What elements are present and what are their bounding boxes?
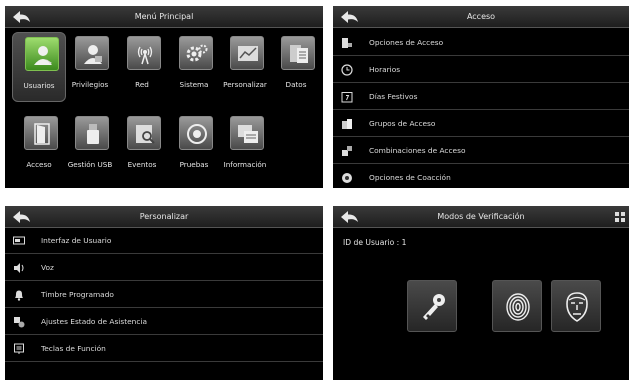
menu-item-privilegios[interactable]: Privilegios — [63, 32, 117, 102]
menu-item-red[interactable]: Red — [115, 32, 169, 102]
group-icon — [342, 119, 352, 129]
personalize-screen: Personalizar Interfaz de Usuario Voz Tim… — [5, 206, 323, 380]
info-icon — [238, 125, 258, 143]
access-row-dias-festivos[interactable]: Días Festivos — [333, 84, 629, 110]
access-row-label: Días Festivos — [369, 92, 418, 101]
verification-header: Modos de Verificación — [333, 206, 629, 228]
personalize-row-voz[interactable]: Voz — [5, 255, 323, 281]
access-options-icon — [342, 38, 352, 48]
personalize-row-label: Teclas de Función — [41, 344, 106, 353]
personalize-row-interfaz[interactable]: Interfaz de Usuario — [5, 228, 323, 254]
access-row-label: Opciones de Acceso — [369, 38, 444, 47]
verify-password-button[interactable] — [407, 280, 457, 332]
menu-item-datos[interactable]: Datos — [269, 32, 323, 102]
menu-item-usuarios[interactable]: Usuarios — [12, 32, 66, 102]
personalize-row-label: Timbre Programado — [41, 290, 114, 299]
access-row-horarios[interactable]: Horarios — [333, 57, 629, 83]
menu-item-acceso[interactable]: Acceso — [12, 112, 66, 182]
main-menu-header: Menú Principal — [5, 6, 323, 28]
menu-item-eventos[interactable]: Eventos — [115, 112, 169, 182]
access-row-label: Opciones de Coacción — [369, 173, 451, 182]
menu-item-pruebas[interactable]: Pruebas — [167, 112, 221, 182]
personalize-icon — [238, 46, 258, 61]
verification-screen: Modos de Verificación ID de Usuario : 1 — [333, 206, 629, 380]
clock-icon — [341, 64, 353, 76]
test-icon — [187, 124, 207, 144]
menu-item-label: Información — [223, 160, 267, 169]
monitor-icon — [13, 236, 25, 245]
bell-icon — [15, 290, 23, 301]
access-row-label: Grupos de Acceso — [369, 119, 436, 128]
speaker-icon — [14, 263, 24, 273]
access-row-opciones[interactable]: Opciones de Acceso — [333, 30, 629, 56]
access-screen: Acceso Opciones de Acceso Horarios Días … — [333, 6, 629, 188]
user-id-label: ID de Usuario : 1 — [343, 238, 407, 247]
verification-title: Modos de Verificación — [437, 212, 525, 221]
user-icon — [34, 46, 52, 65]
menu-item-sistema[interactable]: Sistema — [167, 32, 221, 102]
gear-icon — [186, 44, 208, 62]
menu-item-informacion[interactable]: Información — [218, 112, 272, 182]
usb-icon — [87, 124, 99, 144]
verify-face-button[interactable] — [551, 280, 601, 332]
main-menu-title: Menú Principal — [134, 12, 194, 21]
events-icon — [136, 125, 155, 144]
grid-menu-icon[interactable] — [615, 212, 625, 222]
network-icon — [137, 46, 153, 65]
main-menu-screen: Menú Principal Usuarios Privilegios Red … — [5, 6, 323, 188]
duress-icon — [342, 173, 352, 183]
personalize-header: Personalizar — [5, 206, 323, 228]
combination-icon — [342, 146, 352, 156]
access-header: Acceso — [333, 6, 629, 28]
access-row-label: Horarios — [369, 65, 401, 74]
function-key-icon — [14, 343, 24, 354]
menu-item-gestion-usb[interactable]: Gestión USB — [63, 112, 117, 182]
personalize-row-teclas[interactable]: Teclas de Función — [5, 336, 323, 362]
menu-item-label: Datos — [285, 80, 307, 89]
access-row-coaccion[interactable]: Opciones de Coacción — [333, 165, 629, 188]
personalize-row-label: Ajustes Estado de Asistencia — [41, 317, 147, 326]
door-icon — [34, 123, 50, 145]
access-row-grupos[interactable]: Grupos de Acceso — [333, 111, 629, 137]
key-icon — [423, 294, 445, 320]
personalize-title: Personalizar — [139, 212, 189, 221]
personalize-row-label: Voz — [41, 263, 54, 272]
calendar-icon — [341, 92, 353, 103]
access-row-combinaciones[interactable]: Combinaciones de Acceso — [333, 138, 629, 164]
personalize-row-asistencia[interactable]: Ajustes Estado de Asistencia — [5, 309, 323, 335]
fingerprint-icon — [506, 293, 530, 321]
face-icon — [566, 292, 588, 322]
access-title: Acceso — [466, 12, 496, 21]
personalize-row-timbre[interactable]: Timbre Programado — [5, 282, 323, 308]
data-icon — [290, 45, 308, 63]
personalize-row-label: Interfaz de Usuario — [41, 236, 112, 245]
menu-item-personalizar[interactable]: Personalizar — [218, 32, 272, 102]
privilege-icon — [84, 45, 102, 64]
verify-fingerprint-button[interactable] — [492, 280, 542, 332]
attendance-icon — [14, 317, 25, 328]
access-row-label: Combinaciones de Acceso — [369, 146, 466, 155]
